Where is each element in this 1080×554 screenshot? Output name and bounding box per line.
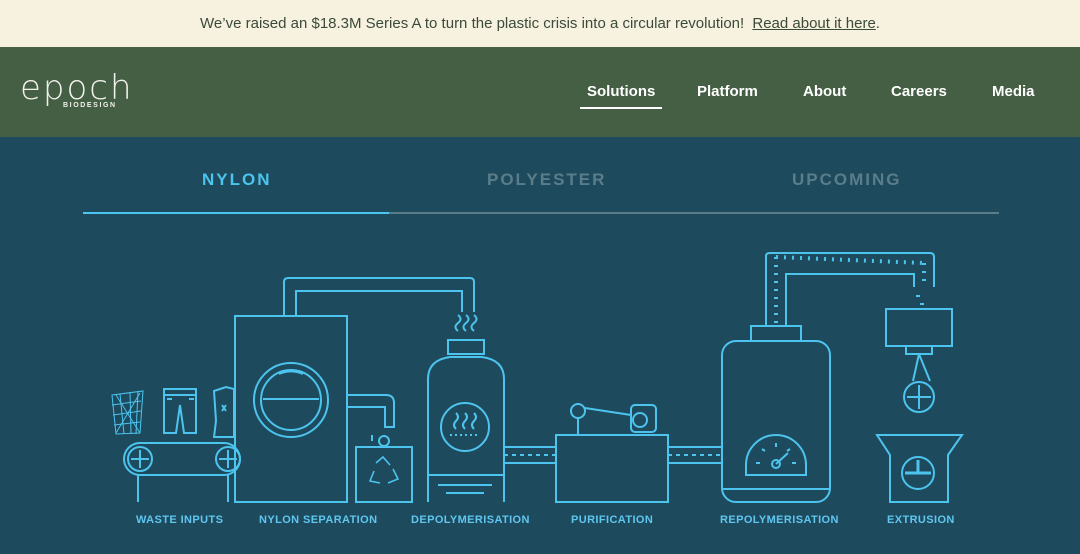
stage-label-depolymerisation: DEPOLYMERISATION — [411, 514, 530, 526]
banner-link[interactable]: Read about it here — [752, 15, 875, 32]
pressure-gauge-icon — [745, 434, 807, 476]
net-icon — [111, 390, 144, 435]
stage-label-repolymerisation: REPOLYMERISATION — [720, 514, 839, 526]
recycle-icon — [368, 455, 400, 484]
nav-item-media[interactable]: Media — [992, 83, 1035, 100]
nav-item-platform[interactable]: Platform — [697, 83, 758, 100]
conveyor-belt — [123, 442, 241, 502]
purification-unit — [555, 403, 669, 503]
logo-wordmark: epoch — [20, 68, 134, 108]
announcement-banner: We’ve raised an $18.3M Series A to turn … — [0, 0, 1080, 47]
logo[interactable]: epoch BIODESIGN — [20, 68, 134, 109]
stage-label-nylon-separation: NYLON SEPARATION — [259, 514, 378, 526]
top-navigation: epoch BIODESIGN Solutions Platform About… — [0, 47, 1080, 137]
depolymerisation-tank — [427, 314, 505, 502]
stage-label-purification: PURIFICATION — [571, 514, 654, 526]
nav-item-about[interactable]: About — [803, 83, 846, 100]
waste-inputs-illustration — [111, 385, 241, 502]
stage-label-extrusion: EXTRUSION — [887, 514, 955, 526]
process-section: NYLON POLYESTER UPCOMING WASTE INPUTS NY… — [0, 137, 1080, 554]
banner-trailing: . — [875, 15, 880, 32]
stage-label-waste-inputs: WASTE INPUTS — [136, 514, 224, 526]
jeans-icon — [163, 388, 197, 434]
shirt-icon — [212, 385, 235, 438]
extrusion-unit — [875, 295, 964, 503]
process-diagram — [111, 252, 964, 503]
nylon-separation-machine — [234, 277, 475, 503]
logo-subtitle: BIODESIGN — [63, 102, 117, 109]
nav-item-careers[interactable]: Careers — [891, 83, 947, 100]
banner-message: We’ve raised an $18.3M Series A to turn … — [200, 15, 749, 32]
nav-item-solutions[interactable]: Solutions — [580, 83, 663, 109]
repolymerisation-reactor — [721, 252, 935, 503]
